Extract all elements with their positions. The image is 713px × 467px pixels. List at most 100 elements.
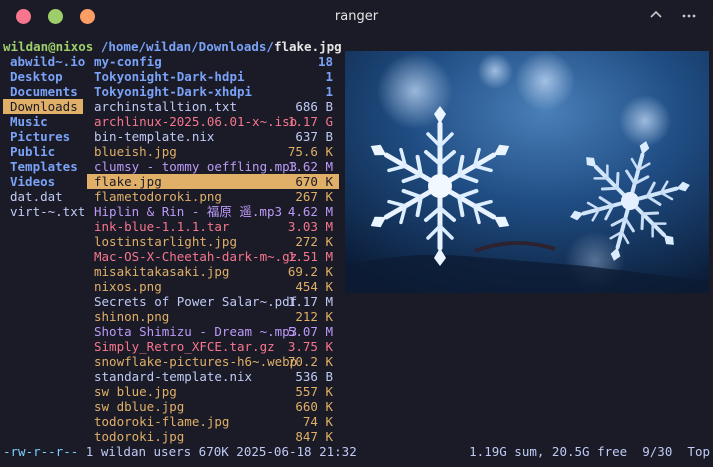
file-size: 454 K: [295, 279, 333, 294]
file-size: 637 B: [295, 129, 333, 144]
file-name: misakitakasaki.jpg: [94, 264, 230, 279]
file-name: standard-template.nix: [94, 369, 253, 384]
parent-item[interactable]: Desktop: [3, 69, 83, 84]
file-row[interactable]: flake.jpg 670 K: [87, 174, 339, 189]
file-size: 267 K: [295, 189, 333, 204]
file-name: clumsy - tommy oeffling.mp3: [94, 159, 298, 174]
chevron-up-icon[interactable]: [649, 8, 663, 26]
file-row[interactable]: misakitakasaki.jpg 69.2 K: [87, 264, 339, 279]
more-horizontal-icon[interactable]: [681, 8, 697, 26]
window-title: ranger: [334, 9, 379, 24]
file-list-column: my-config 18 Tokyonight-Dark-hdpi 1 Tokyonig…: [87, 54, 339, 444]
file-size: 74 K: [302, 414, 333, 429]
parent-item[interactable]: Public: [3, 144, 83, 159]
file-row[interactable]: bin-template.nix 637 B: [87, 129, 339, 144]
file-name: Hiplin & Rin - 福原 遥.mp3: [94, 204, 283, 219]
file-size: 75.6 K: [287, 144, 333, 159]
disk-usage: 1.19G sum, 20.5G free: [469, 444, 628, 459]
file-row[interactable]: snowflake-pictures-h6~.webp 70.2 K: [87, 354, 339, 369]
file-row[interactable]: archinstalltion.txt 686 B: [87, 99, 339, 114]
file-row[interactable]: Tokyonight-Dark-hdpi 1: [87, 69, 339, 84]
status-bar: -rw-r--r-- 1 wildan users 670K 2025-06-1…: [3, 444, 710, 459]
file-size: 686 B: [295, 99, 333, 114]
file-size: 5.07 M: [287, 324, 333, 339]
file-row[interactable]: sw dblue.jpg 660 K: [87, 399, 339, 414]
file-row[interactable]: blueish.jpg 75.6 K: [87, 144, 339, 159]
file-row[interactable]: todoroki-flame.jpg 74 K: [87, 414, 339, 429]
file-size: 557 K: [295, 384, 333, 399]
file-size: 536 B: [295, 369, 333, 384]
file-size: 272 K: [295, 234, 333, 249]
file-row[interactable]: sw blue.jpg 557 K: [87, 384, 339, 399]
file-size: 670 K: [295, 174, 333, 189]
parent-item[interactable]: virt-~.txt: [3, 204, 85, 219]
file-name: sw dblue.jpg: [94, 399, 185, 414]
parent-item[interactable]: abwild~.io: [3, 54, 85, 69]
file-name: Simply_Retro_XFCE.tar.gz: [94, 339, 275, 354]
file-name: blueish.jpg: [94, 144, 177, 159]
file-size: 1: [325, 84, 333, 99]
current-filename: flake.jpg: [273, 39, 342, 54]
parent-item[interactable]: Videos: [3, 174, 83, 189]
file-name: sw blue.jpg: [94, 384, 177, 399]
file-size: 212 K: [295, 309, 333, 324]
user-host: wildan@nixos: [3, 39, 94, 54]
file-name: todoroki-flame.jpg: [94, 414, 230, 429]
file-name: archinstalltion.txt: [94, 99, 237, 114]
file-row[interactable]: lostinstarlight.jpg 272 K: [87, 234, 339, 249]
parent-item[interactable]: Templates: [3, 159, 83, 174]
image-preview: [345, 51, 709, 293]
file-row[interactable]: Shota Shimizu - Dream ~.mp3 5.07 M: [87, 324, 339, 339]
file-size: 3.75 K: [287, 339, 333, 354]
file-name: flametodoroki.png: [94, 189, 222, 204]
file-name: my-config: [94, 54, 162, 69]
file-size: 660 K: [295, 399, 333, 414]
parent-item[interactable]: Music: [3, 114, 83, 129]
file-name: Shota Shimizu - Dream ~.mp3: [94, 324, 298, 339]
file-size: 1: [325, 69, 333, 84]
file-permissions: -rw-r--r--: [3, 444, 79, 459]
parent-item[interactable]: Downloads: [3, 99, 83, 114]
file-row[interactable]: flametodoroki.png 267 K: [87, 189, 339, 204]
file-size: 69.2 K: [287, 264, 333, 279]
file-name: flake.jpg: [94, 174, 162, 189]
file-info: 1 wildan users 670K 2025-06-18 21:32: [78, 444, 357, 459]
file-name: nixos.png: [94, 279, 162, 294]
file-size: 3.03 M: [287, 219, 333, 234]
file-name: ink-blue-1.1.1.tar: [94, 219, 230, 234]
file-row[interactable]: my-config 18: [87, 54, 339, 69]
current-path: /home/wildan/Downloads/: [100, 39, 274, 54]
file-row[interactable]: Hiplin & Rin - 福原 遥.mp3 4.62 M: [87, 204, 339, 219]
parent-item[interactable]: Documents: [3, 84, 83, 99]
file-row[interactable]: Tokyonight-Dark-xhdpi 1: [87, 84, 339, 99]
file-row[interactable]: archlinux-2025.06.01-x~.iso 1.17 G: [87, 114, 339, 129]
file-name: Tokyonight-Dark-hdpi: [94, 69, 245, 84]
file-row[interactable]: clumsy - tommy oeffling.mp3 1.62 M: [87, 159, 339, 174]
title-bar: ranger: [0, 0, 713, 34]
file-name: shinon.png: [94, 309, 170, 324]
file-row[interactable]: Secrets of Power Salar~.pdf 1.17 M: [87, 294, 339, 309]
parent-item[interactable]: dat.dat: [3, 189, 83, 204]
file-row[interactable]: todoroki.jpg 847 K: [87, 429, 339, 444]
file-size: 18: [317, 54, 333, 69]
file-row[interactable]: standard-template.nix 536 B: [87, 369, 339, 384]
file-row[interactable]: Simply_Retro_XFCE.tar.gz 3.75 K: [87, 339, 339, 354]
file-row[interactable]: nixos.png 454 K: [87, 279, 339, 294]
parent-item[interactable]: Pictures: [3, 129, 83, 144]
parent-directory-column: abwild~.io Desktop Documents Downloads Music…: [3, 54, 85, 219]
scroll-indicator: Top: [687, 444, 710, 459]
file-name: Mac-OS-X-Cheetah-dark-m~.gz: [94, 249, 298, 264]
file-row[interactable]: ink-blue-1.1.1.tar 3.03 M: [87, 219, 339, 234]
file-name: todoroki.jpg: [94, 429, 185, 444]
file-name: snowflake-pictures-h6~.webp: [94, 354, 298, 369]
file-size: 1.51 M: [287, 249, 333, 264]
file-name: bin-template.nix: [94, 129, 215, 144]
terminal-window: ranger wildan@nixos /home/wildan/Downloa…: [0, 0, 713, 467]
file-name: Secrets of Power Salar~.pdf: [94, 294, 298, 309]
path-header: wildan@nixos /home/wildan/Downloads/flak…: [3, 39, 342, 54]
file-row[interactable]: shinon.png 212 K: [87, 309, 339, 324]
file-size: 70.2 K: [287, 354, 333, 369]
file-name: archlinux-2025.06.01-x~.iso: [94, 114, 298, 129]
file-name: lostinstarlight.jpg: [94, 234, 237, 249]
file-row[interactable]: Mac-OS-X-Cheetah-dark-m~.gz 1.51 M: [87, 249, 339, 264]
